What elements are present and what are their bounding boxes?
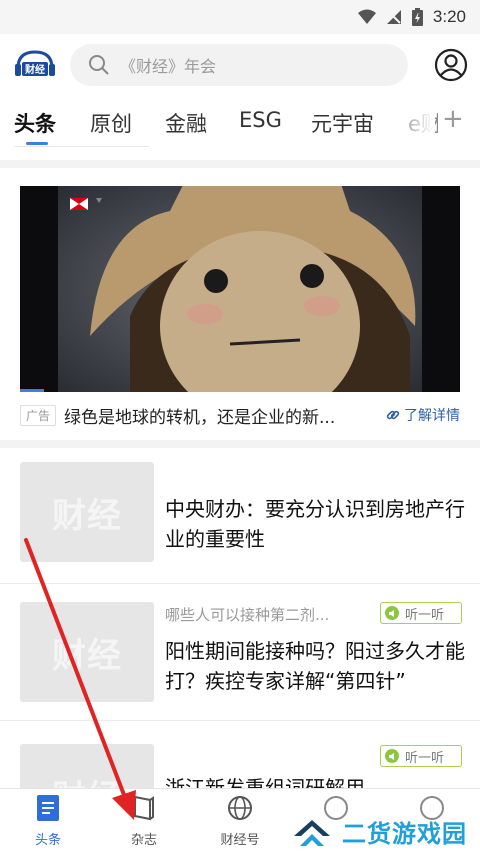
tab-fade	[395, 96, 435, 146]
listen-label: 听一听	[405, 607, 445, 623]
ad-badge: 广告	[20, 404, 57, 426]
ad-detail-link[interactable]: 了解详情	[386, 405, 460, 425]
battery-icon	[411, 8, 423, 26]
user-profile-icon[interactable]	[434, 48, 468, 82]
magazine-icon	[134, 795, 154, 821]
tab-divider	[14, 146, 149, 147]
thumbnail-logo-text: 财经	[52, 770, 122, 789]
document-icon	[37, 795, 59, 821]
status-time: 3:20	[432, 7, 466, 26]
news-thumbnail: 财经	[20, 602, 154, 702]
news-title[interactable]: 阳性期间能接种吗？阳过多久才能打？疾控专家详解“第四针”	[165, 636, 465, 696]
ad-title[interactable]: 绿色是地球的转机，还是企业的新...	[64, 403, 364, 428]
nav-item-headlines[interactable]: 头条	[8, 795, 88, 848]
ad-caption-row[interactable]: 广告 绿色是地球的转机，还是企业的新... 了解详情	[20, 400, 460, 430]
nav-item-magazine[interactable]: 杂志	[104, 795, 184, 848]
tab-metaverse[interactable]: 元宇宙	[311, 108, 374, 138]
site-watermark: 二货游戏园	[290, 808, 480, 855]
watermark-text: 二货游戏园	[342, 820, 467, 848]
signal-icon	[386, 10, 401, 24]
news-thumbnail: 财经	[20, 462, 154, 562]
category-tabs: 头条 原创 金融 ESG 元宇宙 e财 +	[0, 96, 480, 156]
news-thumbnail: 财经	[20, 744, 154, 788]
wifi-icon	[357, 9, 376, 24]
search-bar[interactable]: 《财经》年会	[70, 44, 408, 86]
add-tab-icon[interactable]: +	[442, 104, 464, 134]
speaker-icon	[385, 606, 399, 620]
thumbnail-logo-text: 财经	[52, 635, 122, 676]
listen-button[interactable]: 听一听	[380, 602, 462, 624]
listen-button[interactable]: 听一听	[380, 745, 462, 767]
ad-detail-label: 了解详情	[404, 408, 460, 424]
app-logo[interactable]: 财经	[14, 50, 56, 80]
tab-original[interactable]: 原创	[90, 108, 132, 138]
news-item[interactable]: 财经 听一听 浙江新发重组词研解用...	[0, 721, 480, 788]
speaker-icon	[385, 749, 399, 763]
news-item[interactable]: 财经 哪些人可以接种第二剂... 听一听 阳性期间能接种吗？阳过多久才能打？疾控…	[0, 584, 480, 714]
search-icon	[89, 55, 109, 75]
listen-label: 听一听	[405, 750, 445, 766]
section-divider	[0, 160, 480, 168]
nav-label: 头条	[34, 833, 61, 848]
news-subtitle: 哪些人可以接种第二剂...	[165, 606, 330, 624]
section-divider	[0, 440, 480, 448]
tab-esg[interactable]: ESG	[239, 108, 282, 132]
globe-icon	[228, 796, 252, 820]
active-tab-indicator	[26, 142, 48, 145]
thumbnail-logo-text: 财经	[52, 495, 122, 536]
status-bar: 3:20	[0, 0, 480, 34]
nav-label: 杂志	[130, 833, 157, 848]
nav-label: 财经号	[220, 833, 260, 848]
tab-headlines[interactable]: 头条	[14, 108, 56, 138]
link-icon	[386, 410, 400, 420]
tab-finance[interactable]: 金融	[165, 108, 207, 138]
ad-video-frame	[20, 186, 460, 392]
app-header: 财经 《财经》年会	[0, 34, 480, 96]
news-item[interactable]: 财经 中央财办：要充分认识到房地产行业的重要性	[0, 448, 480, 578]
nav-item-caijinghao[interactable]: 财经号	[200, 795, 280, 848]
news-title[interactable]: 中央财办：要充分认识到房地产行业的重要性	[165, 494, 465, 554]
watermark-chevron-icon	[294, 819, 330, 846]
ad-video[interactable]	[20, 186, 460, 392]
search-placeholder: 《财经》年会	[120, 57, 217, 76]
logo-text: 财经	[24, 63, 45, 76]
video-progress-bar	[20, 389, 44, 392]
news-title[interactable]: 浙江新发重组词研解用...	[165, 773, 465, 788]
